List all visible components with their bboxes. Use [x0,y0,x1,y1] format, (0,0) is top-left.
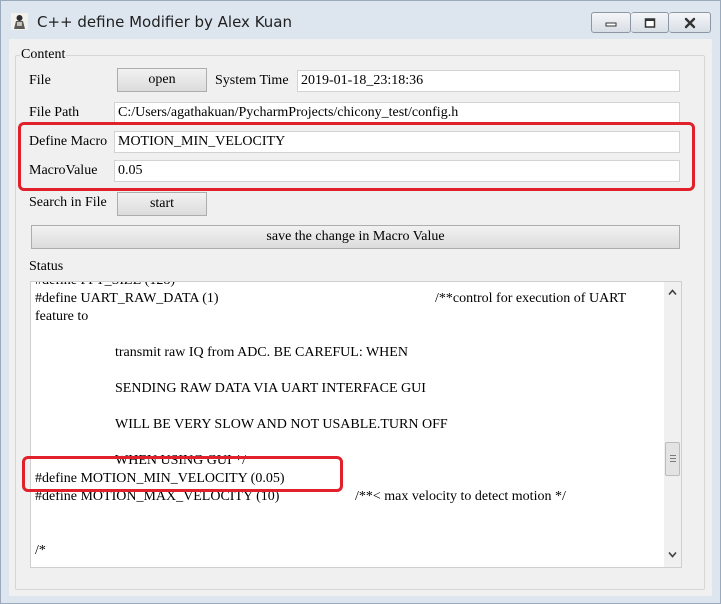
file-path-field[interactable]: C:/Users/agathakuan/PycharmProjects/chic… [114,102,680,124]
highlight-box-status-line [22,456,343,492]
title-bar[interactable]: C++ define Modifier by Alex Kuan [1,1,720,39]
status-line: #define FFT_SIZE (128) [35,282,175,290]
app-window: C++ define Modifier by Alex Kuan Content… [0,0,721,604]
content-group-label: Content [20,47,67,63]
status-line: WILL BE VERY SLOW AND NOT USABLE.TURN OF… [115,417,448,432]
status-line: SENDING RAW DATA VIA UART INTERFACE GUI [115,381,426,396]
file-path-label: File Path [29,105,80,120]
maximize-icon [644,17,655,28]
status-line: feature to [35,309,89,324]
scrollbar-thumb[interactable] [665,442,680,476]
scroll-down-icon[interactable] [668,550,677,559]
status-line: #define UART_RAW_DATA (1) [35,291,219,306]
close-button[interactable] [669,12,711,33]
save-change-button[interactable]: save the change in Macro Value [31,225,680,249]
minimize-button[interactable] [591,12,631,33]
open-button[interactable]: open [117,68,207,92]
status-line: /* [35,543,46,558]
start-button[interactable]: start [117,192,207,216]
status-textarea[interactable]: #define FFT_SIZE (128) #define UART_RAW_… [30,281,682,568]
status-line: /**control for execution of UART [435,291,627,306]
system-time-label: System Time [215,73,289,88]
highlight-box-macro-inputs [18,122,695,191]
status-line: /**< max velocity to detect motion */ [355,489,566,504]
close-icon [684,17,695,28]
status-label: Status [29,259,64,274]
minimize-icon [605,22,617,26]
app-icon [11,13,28,30]
system-time-field[interactable]: 2019-01-18_23:18:36 [297,70,680,92]
scroll-up-icon[interactable] [668,288,677,297]
search-in-file-label: Search in File [29,195,107,210]
status-line: transmit raw IQ from ADC. BE CAREFUL: WH… [115,345,408,360]
window-title: C++ define Modifier by Alex Kuan [37,13,292,31]
file-label: File [29,73,51,88]
status-vertical-scrollbar[interactable] [664,282,681,567]
maximize-button[interactable] [631,12,669,33]
